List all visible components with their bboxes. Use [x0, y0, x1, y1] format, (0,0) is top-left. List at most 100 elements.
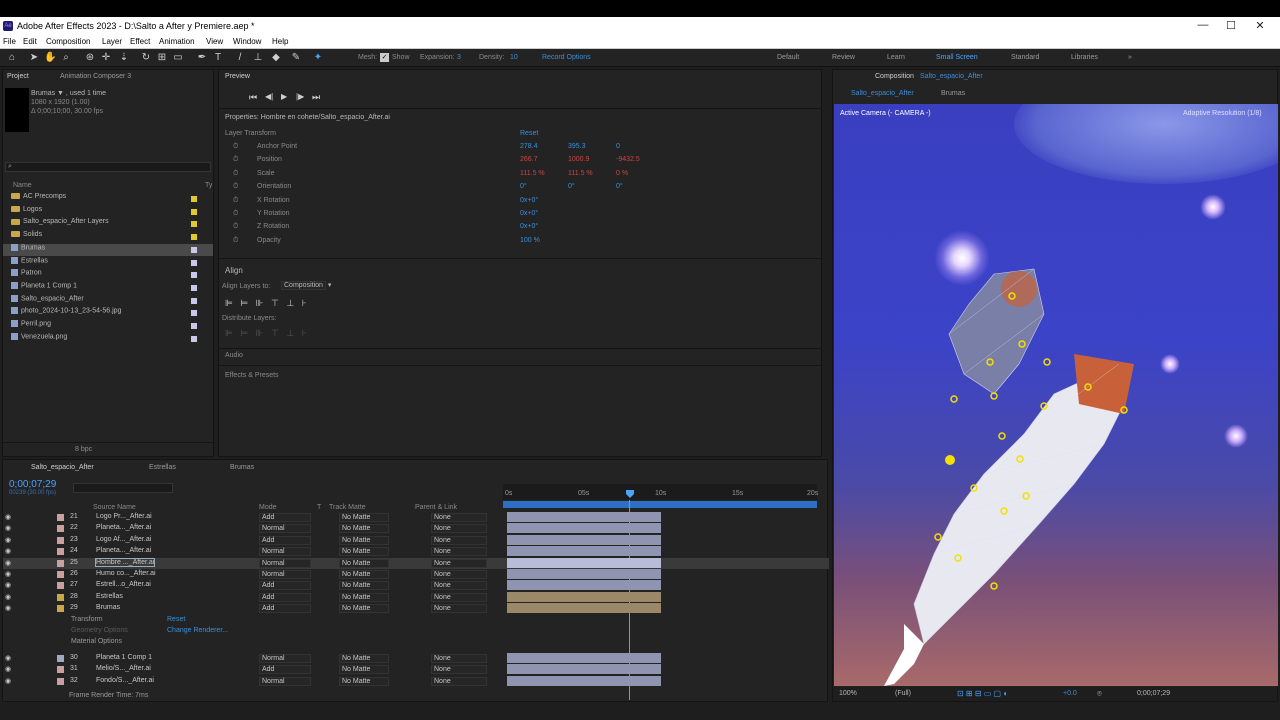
workspace-review[interactable]: Review	[832, 54, 855, 61]
label-color-swatch[interactable]	[57, 571, 64, 578]
menu-layer[interactable]: Layer	[102, 37, 122, 46]
layer-property-group[interactable]: Material Options	[71, 638, 122, 645]
pan-behind-tool-icon[interactable]: ⊞	[156, 52, 168, 64]
selection-tool-icon[interactable]: ➤	[28, 52, 40, 64]
pen-tool-icon[interactable]: ✒	[196, 52, 208, 64]
track-matte-dropdown[interactable]: No Matte	[339, 547, 389, 557]
col-mode[interactable]: Mode	[259, 504, 277, 511]
visibility-eye-icon[interactable]: ◉	[5, 547, 11, 555]
show-mesh-checkbox[interactable]: ✓	[380, 53, 389, 62]
layer-duration-bar[interactable]	[507, 569, 661, 579]
label-color-swatch[interactable]	[191, 272, 197, 279]
align-to-dropdown[interactable]: Composition ▾	[281, 281, 331, 290]
property-value[interactable]: 0	[616, 143, 620, 150]
track-matte-dropdown[interactable]: No Matte	[339, 653, 389, 663]
label-color-swatch[interactable]	[57, 654, 64, 662]
layer-property-group[interactable]: Transform	[71, 616, 103, 623]
property-value[interactable]: 266.7	[520, 156, 538, 163]
property-value[interactable]: 0x+0°	[520, 210, 538, 217]
stopwatch-icon[interactable]: ⏱	[233, 197, 238, 205]
parent-dropdown[interactable]: None	[431, 570, 487, 579]
orbit-tool-icon[interactable]: ⊛	[84, 52, 96, 64]
blend-mode-dropdown[interactable]: Normal	[259, 676, 311, 686]
blend-mode-dropdown[interactable]: Normal	[259, 558, 311, 568]
layer-property-value[interactable]: Change Renderer...	[167, 627, 228, 634]
puppet-pin-tool-icon[interactable]: ✦	[312, 52, 324, 64]
preview-prev-frame-button[interactable]: ◀|	[265, 92, 273, 101]
tab-timeline-salto[interactable]: Salto_espacio_After	[31, 464, 94, 471]
blend-mode-dropdown[interactable]: Add	[259, 535, 311, 545]
layer-name[interactable]: Melio/S..._After.ai	[96, 665, 151, 672]
label-color-swatch[interactable]	[191, 335, 197, 342]
project-item[interactable]: Solids	[3, 231, 213, 243]
workspace-standard[interactable]: Standard	[1011, 54, 1039, 61]
layer-row[interactable]: ◉ 26 Humo co..._After.ai Normal No Matte None	[3, 569, 829, 580]
density-value[interactable]: 10	[510, 54, 518, 61]
home-icon[interactable]: ⌂	[6, 52, 18, 64]
brush-tool-icon[interactable]: /	[234, 52, 246, 64]
layer-duration-bar[interactable]	[507, 652, 661, 663]
layer-duration-bar[interactable]	[507, 603, 661, 614]
project-item[interactable]: Estrellas	[3, 256, 213, 269]
composition-canvas[interactable]: Active Camera (- CAMERA -) Adaptive Reso…	[834, 104, 1278, 686]
menu-edit[interactable]: Edit	[23, 37, 37, 46]
workspaces-overflow-button[interactable]: »	[1128, 54, 1132, 61]
effects-presets-title[interactable]: Effects & Presets	[225, 372, 279, 379]
layer-duration-bar[interactable]	[507, 523, 661, 534]
tab-timeline-brumas[interactable]: Brumas	[230, 464, 254, 471]
workspace-small-screen[interactable]: Small Screen	[936, 54, 978, 61]
project-item[interactable]: Patron	[3, 269, 213, 281]
menu-help[interactable]: Help	[272, 37, 288, 46]
blend-mode-dropdown[interactable]: Add	[259, 581, 311, 591]
rotate-tool-icon[interactable]: ↻	[140, 52, 152, 64]
blend-mode-dropdown[interactable]: Normal	[259, 547, 311, 557]
project-item[interactable]: Brumas	[3, 243, 213, 256]
layer-name[interactable]: Estrell...o_After.ai	[96, 581, 151, 588]
track-matte-dropdown[interactable]: No Matte	[339, 581, 389, 591]
label-color-swatch[interactable]	[191, 310, 197, 317]
workspace-default[interactable]: Default	[777, 54, 799, 61]
layer-row[interactable]: ◉ 27 Estrell...o_After.ai Add No Matte None	[3, 580, 829, 591]
menu-effect[interactable]: Effect	[130, 37, 150, 46]
work-area-bar[interactable]	[503, 501, 817, 508]
label-color-swatch[interactable]	[191, 196, 197, 202]
track-matte-dropdown[interactable]: No Matte	[339, 676, 389, 686]
layer-duration-bar[interactable]	[507, 557, 661, 568]
track-matte-dropdown[interactable]: No Matte	[339, 535, 389, 545]
active-puppet-pin[interactable]	[945, 455, 955, 465]
layer-row[interactable]: ◉ 31 Melio/S..._After.ai Add No Matte None	[3, 664, 829, 675]
viewer-toggles[interactable]: ⊡ ⊞ ⊟ ▭ ▢ ◐	[957, 689, 1008, 698]
parent-dropdown[interactable]: None	[431, 524, 487, 534]
menu-file[interactable]: File	[3, 37, 16, 46]
parent-dropdown[interactable]: None	[431, 653, 487, 663]
clone-tool-icon[interactable]: ⊥	[252, 52, 264, 64]
property-value[interactable]: 0x+0°	[520, 223, 538, 230]
layer-duration-bar[interactable]	[507, 675, 661, 686]
workspace-libraries[interactable]: Libraries	[1071, 54, 1098, 61]
blend-mode-dropdown[interactable]: Normal	[259, 570, 311, 579]
label-color-swatch[interactable]	[191, 234, 197, 241]
project-item[interactable]: Salto_espacio_After Layers	[3, 218, 213, 230]
preview-first-frame-button[interactable]: ⏮	[249, 92, 257, 103]
track-matte-dropdown[interactable]: No Matte	[339, 592, 389, 602]
project-item[interactable]: photo_2024-10-13_23-54-56.jpg	[3, 307, 213, 319]
project-item[interactable]: Perril.png	[3, 320, 213, 332]
layer-property-value[interactable]: Reset	[167, 616, 185, 623]
visibility-eye-icon[interactable]: ◉	[5, 665, 11, 673]
label-color-swatch[interactable]	[191, 259, 197, 266]
blend-mode-dropdown[interactable]: Normal	[259, 653, 311, 663]
visibility-eye-icon[interactable]: ◉	[5, 524, 11, 532]
project-item[interactable]: Salto_espacio_After	[3, 294, 213, 307]
timeline-search-input[interactable]	[73, 483, 173, 493]
parent-dropdown[interactable]: None	[431, 592, 487, 602]
viewer-timecode[interactable]: 0;00;07;29	[1137, 690, 1170, 697]
property-value[interactable]: 0°	[568, 183, 575, 190]
property-value[interactable]: 111.5 %	[520, 170, 545, 177]
visibility-eye-icon[interactable]: ◉	[5, 677, 11, 685]
label-color-swatch[interactable]	[57, 559, 64, 567]
menu-animation[interactable]: Animation	[159, 37, 195, 46]
stopwatch-icon[interactable]: ⏱	[233, 170, 238, 178]
eraser-tool-icon[interactable]: ◆	[270, 52, 282, 64]
expansion-value[interactable]: 3	[457, 54, 461, 61]
menu-composition[interactable]: Composition	[46, 37, 90, 46]
